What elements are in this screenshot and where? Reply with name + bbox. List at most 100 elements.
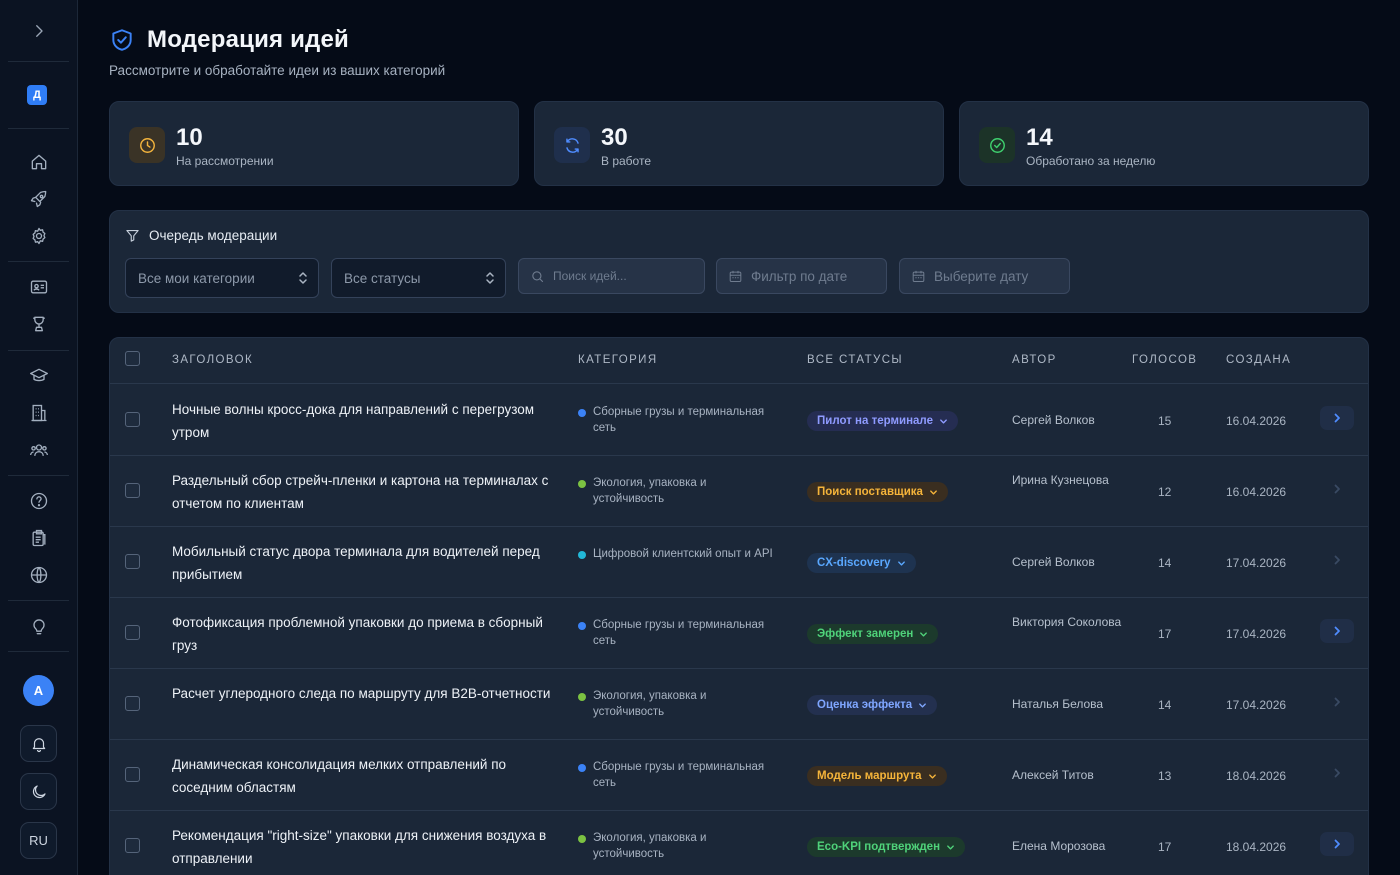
lightbulb-icon[interactable]	[28, 616, 50, 638]
idea-title[interactable]: Динамическая консолидация мелких отправл…	[172, 753, 552, 799]
open-idea-button[interactable]	[1320, 406, 1354, 430]
search-input[interactable]: Поиск идей...	[518, 258, 705, 294]
row-checkbox[interactable]	[125, 625, 140, 640]
date-filter-button[interactable]: Фильтр по дате	[716, 258, 887, 294]
table-row[interactable]: Расчет углеродного следа по маршруту для…	[110, 669, 1368, 740]
idea-title[interactable]: Рекомендация "right-size" упаковки для с…	[172, 824, 552, 870]
status-select[interactable]: Все статусы	[331, 258, 506, 298]
table-row[interactable]: Динамическая консолидация мелких отправл…	[110, 740, 1368, 811]
idea-title[interactable]: Ночные волны кросс-дока для направлений …	[172, 398, 552, 444]
status-badge[interactable]: Eco-KPI подтвержден	[807, 837, 966, 857]
language-button[interactable]: RU	[20, 822, 57, 859]
stat-card-processed: 14 Обработано за неделю	[959, 101, 1369, 186]
open-idea-button[interactable]	[1320, 832, 1354, 856]
building-icon[interactable]	[28, 402, 50, 424]
check-circle-icon	[979, 127, 1015, 163]
open-idea-button[interactable]	[1320, 548, 1354, 572]
page-header: Модерация идей Рассмотрите и обработайте…	[109, 26, 445, 78]
chevron-right-icon	[1334, 839, 1340, 849]
date-picker-button[interactable]: Выберите дату	[899, 258, 1070, 294]
idea-title[interactable]: Раздельный сбор стрейч-пленки и картона …	[172, 469, 552, 515]
category-name: Сборные грузы и терминальная сеть	[593, 619, 765, 647]
status-badge[interactable]: CX-discovery	[807, 553, 916, 573]
filters-title: Очередь модерации	[125, 228, 277, 243]
status-badge[interactable]: Эффект замерен	[807, 624, 939, 644]
trophy-icon[interactable]	[28, 313, 50, 335]
clock-icon	[129, 127, 165, 163]
clipboard-icon[interactable]	[28, 527, 50, 549]
notifications-button[interactable]	[20, 725, 57, 762]
idea-category: Сборные грузы и терминальная сеть	[578, 759, 778, 791]
stat-value: 30	[601, 124, 628, 151]
graduation-cap-icon[interactable]	[28, 365, 50, 387]
idea-category: Цифровой клиентский опыт и API	[578, 546, 778, 562]
category-name: Цифровой клиентский опыт и API	[593, 548, 773, 560]
open-idea-button[interactable]	[1320, 761, 1354, 785]
idea-created-date: 16.04.2026	[1226, 485, 1287, 499]
status-badge[interactable]: Модель маршрута	[807, 766, 947, 786]
category-name: Экология, упаковка и устойчивость	[593, 832, 707, 860]
status-badge[interactable]: Оценка эффекта	[807, 695, 938, 715]
chevron-right-icon	[1334, 697, 1340, 707]
status-select-value: Все статусы	[344, 270, 421, 286]
help-circle-icon[interactable]	[28, 490, 50, 512]
stat-value: 14	[1026, 124, 1053, 151]
row-checkbox[interactable]	[125, 696, 140, 711]
table-row[interactable]: Мобильный статус двора терминала для вод…	[110, 527, 1368, 598]
users-group-icon[interactable]	[28, 439, 50, 461]
table-row[interactable]: Фотофиксация проблемной упаковки до прие…	[110, 598, 1368, 669]
page-subtitle: Рассмотрите и обработайте идеи из ваших …	[109, 63, 446, 78]
row-checkbox[interactable]	[125, 838, 140, 853]
id-card-icon[interactable]	[28, 276, 50, 298]
open-idea-button[interactable]	[1320, 619, 1354, 643]
idea-title[interactable]: Расчет углеродного следа по маршруту для…	[172, 682, 552, 705]
category-select[interactable]: Все мои категории	[125, 258, 319, 298]
category-dot	[578, 409, 586, 417]
home-icon[interactable]	[28, 151, 50, 173]
column-title[interactable]: ЗАГОЛОВОК	[172, 354, 253, 366]
sidebar-divider	[8, 261, 69, 262]
status-badge[interactable]: Пилот на терминале	[807, 411, 958, 431]
idea-title[interactable]: Фотофиксация проблемной упаковки до прие…	[172, 611, 552, 657]
category-name: Сборные грузы и терминальная сеть	[593, 761, 765, 789]
app-logo[interactable]: Д	[27, 85, 47, 105]
rocket-icon[interactable]	[28, 188, 50, 210]
expand-sidebar-chevron-icon[interactable]	[27, 19, 51, 43]
sidebar-divider	[8, 128, 69, 129]
sidebar-divider	[8, 600, 69, 601]
stat-card-in-progress: 30 В работе	[534, 101, 944, 186]
select-all-checkbox[interactable]	[125, 351, 140, 366]
row-checkbox[interactable]	[125, 483, 140, 498]
idea-votes: 14	[1158, 556, 1172, 570]
idea-created-date: 17.04.2026	[1226, 627, 1287, 641]
status-badge[interactable]: Поиск поставщика	[807, 482, 948, 502]
row-checkbox[interactable]	[125, 412, 140, 427]
table-row[interactable]: Рекомендация "right-size" упаковки для с…	[110, 811, 1368, 875]
row-checkbox[interactable]	[125, 767, 140, 782]
column-category[interactable]: КАТЕГОРИЯ	[578, 354, 658, 366]
user-avatar[interactable]: А	[23, 675, 54, 706]
globe-icon[interactable]	[28, 564, 50, 586]
moon-icon	[32, 784, 46, 798]
column-votes[interactable]: ГОЛОСОВ	[1132, 354, 1197, 366]
shield-check-icon	[112, 29, 132, 51]
category-dot	[578, 622, 586, 630]
category-dot	[578, 551, 586, 559]
status-label: Эффект замерен	[817, 628, 914, 640]
idea-votes: 13	[1158, 769, 1172, 783]
theme-toggle-button[interactable]	[20, 773, 57, 810]
status-label: Модель маршрута	[817, 770, 922, 782]
table-row[interactable]: Раздельный сбор стрейч-пленки и картона …	[110, 456, 1368, 527]
column-author[interactable]: АВТОР	[1012, 354, 1057, 366]
column-created[interactable]: СОЗДАНА	[1226, 354, 1291, 366]
calendar-icon	[729, 270, 742, 282]
column-status[interactable]: ВСЕ СТАТУСЫ	[807, 354, 903, 366]
filter-icon	[126, 229, 139, 242]
idea-title[interactable]: Мобильный статус двора терминала для вод…	[172, 540, 552, 586]
open-idea-button[interactable]	[1320, 477, 1354, 501]
row-checkbox[interactable]	[125, 554, 140, 569]
table-row[interactable]: Ночные волны кросс-дока для направлений …	[110, 385, 1368, 456]
chevron-down-icon	[920, 631, 928, 637]
gear-icon[interactable]	[28, 225, 50, 247]
open-idea-button[interactable]	[1320, 690, 1354, 714]
